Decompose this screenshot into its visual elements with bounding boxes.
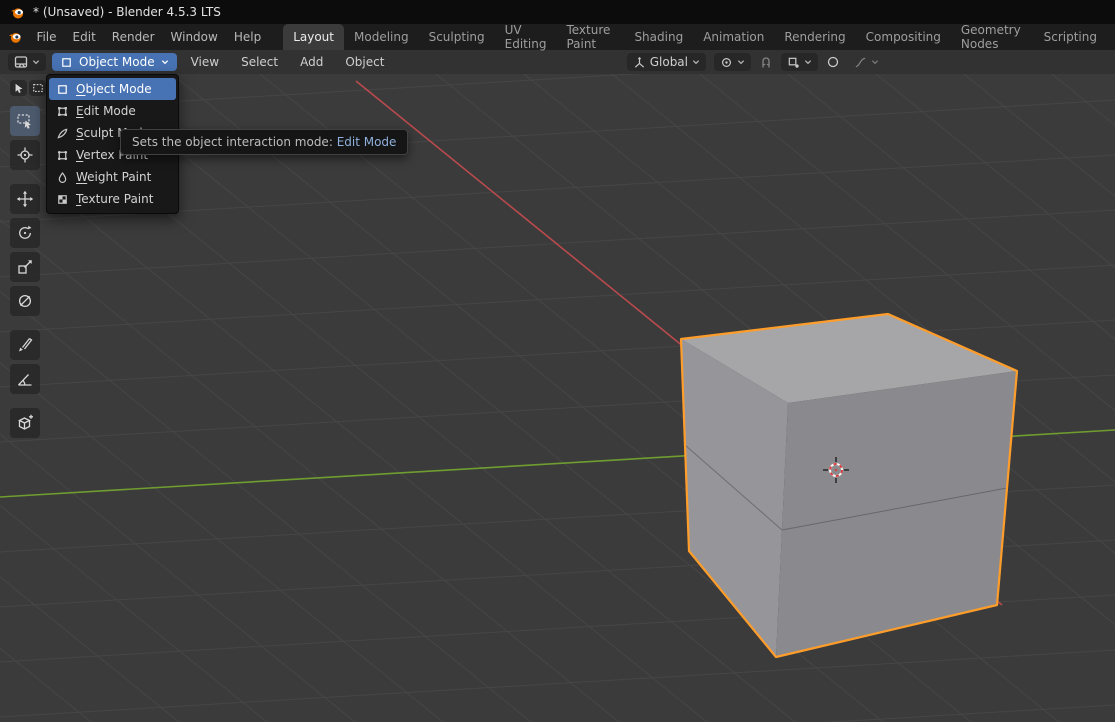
tab-modeling[interactable]: Modeling: [344, 24, 419, 50]
mode-selector-label: Object Mode: [79, 55, 155, 69]
tooltip-value: Edit Mode: [337, 135, 397, 149]
snap-toggle-magnet-icon[interactable]: [759, 55, 773, 69]
workspace-tabs: Layout Modeling Sculpting UV Editing Tex…: [283, 24, 1107, 50]
weight-paint-icon: [56, 171, 69, 184]
sculpt-mode-icon: [56, 127, 69, 140]
proportional-falloff-dropdown[interactable]: [848, 53, 885, 71]
texture-paint-icon: [56, 193, 69, 206]
transform-icon: [16, 292, 34, 310]
snap-target-icon: [787, 56, 800, 69]
menubar: File Edit Render Window Help Layout Mode…: [0, 24, 1115, 50]
chevron-down-icon: [871, 58, 879, 66]
pivot-icon: [720, 56, 733, 69]
tab-shading[interactable]: Shading: [624, 24, 693, 50]
chevron-down-icon: [161, 58, 169, 66]
tool-move[interactable]: [10, 184, 40, 214]
blender-window: * (Unsaved) - Blender 4.5.3 LTS File Edi…: [0, 0, 1115, 722]
measure-icon: [16, 370, 34, 388]
tool-rotate[interactable]: [10, 218, 40, 248]
tool-tweak-mini-button[interactable]: [10, 80, 27, 96]
tool-select-mini-button[interactable]: [29, 80, 46, 96]
menu-window[interactable]: Window: [163, 27, 226, 47]
tab-texture-paint[interactable]: Texture Paint: [556, 24, 624, 50]
titlebar: * (Unsaved) - Blender 4.5.3 LTS: [0, 0, 1115, 24]
mode-item-weight-paint[interactable]: Weight Paint: [49, 166, 176, 188]
menu-render[interactable]: Render: [104, 27, 163, 47]
falloff-icon: [854, 56, 867, 69]
tool-scale[interactable]: [10, 252, 40, 282]
mode-item-texture-paint[interactable]: Texture Paint: [49, 188, 176, 210]
menu-select[interactable]: Select: [233, 53, 286, 71]
tab-animation[interactable]: Animation: [693, 24, 774, 50]
orientation-label: Global: [650, 55, 688, 69]
tab-sculpting[interactable]: Sculpting: [419, 24, 495, 50]
annotate-icon: [16, 336, 34, 354]
viewport-3d[interactable]: Object Mode Edit Mode Sculpt Mode: [0, 74, 1115, 722]
chevron-down-icon: [804, 58, 812, 66]
transform-orientation-dropdown[interactable]: Global: [627, 53, 706, 71]
tool-annotate[interactable]: [10, 330, 40, 360]
menu-view[interactable]: View: [183, 53, 227, 71]
cube[interactable]: [681, 314, 1017, 657]
tool-transform[interactable]: [10, 286, 40, 316]
marquee-icon: [32, 82, 44, 94]
pivot-point-dropdown[interactable]: [714, 53, 751, 71]
snap-target-dropdown[interactable]: [781, 53, 818, 71]
chevron-down-icon: [32, 58, 40, 66]
menu-object[interactable]: Object: [337, 53, 392, 71]
viewport-header: Object Mode View Select Add Object Globa…: [0, 50, 1115, 74]
tab-geometry-nodes[interactable]: Geometry Nodes: [951, 24, 1034, 50]
select-box-icon: [16, 112, 34, 130]
cursor-arrow-icon: [13, 82, 25, 94]
tab-scripting[interactable]: Scripting: [1034, 24, 1107, 50]
toolbar: [10, 80, 46, 438]
tab-compositing[interactable]: Compositing: [856, 24, 951, 50]
mode-item-edit-mode[interactable]: Edit Mode: [49, 100, 176, 122]
chevron-down-icon: [692, 58, 700, 66]
menu-add[interactable]: Add: [292, 53, 331, 71]
mode-item-object-mode[interactable]: Object Mode: [49, 78, 176, 100]
object-mode-icon: [56, 83, 69, 96]
chevron-down-icon: [737, 58, 745, 66]
vertex-paint-icon: [56, 149, 69, 162]
tool-measure[interactable]: [10, 364, 40, 394]
tool-cursor[interactable]: [10, 140, 40, 170]
tool-add-primitive[interactable]: [10, 408, 40, 438]
tooltip-text: Sets the object interaction mode:: [132, 135, 333, 149]
tab-rendering[interactable]: Rendering: [774, 24, 855, 50]
mode-selector-button[interactable]: Object Mode: [52, 53, 177, 71]
add-cube-icon: [16, 414, 34, 432]
edit-mode-icon: [56, 105, 69, 118]
editor-type-icon: [14, 55, 28, 69]
blender-logo: [10, 5, 25, 20]
object-mode-icon: [60, 56, 73, 69]
move-icon: [16, 190, 34, 208]
header-right-controls: Global: [627, 53, 885, 71]
menu-edit[interactable]: Edit: [65, 27, 104, 47]
tab-uv-editing[interactable]: UV Editing: [495, 24, 557, 50]
proportional-editing-icon[interactable]: [826, 55, 840, 69]
blender-logo[interactable]: [8, 29, 22, 45]
window-title: * (Unsaved) - Blender 4.5.3 LTS: [33, 5, 221, 19]
scale-icon: [16, 258, 34, 276]
tab-layout[interactable]: Layout: [283, 24, 344, 50]
cursor-icon: [16, 146, 34, 164]
tool-options-mini: [10, 80, 46, 96]
menu-file[interactable]: File: [28, 27, 64, 47]
tool-select-box[interactable]: [10, 106, 40, 136]
orientation-icon: [633, 56, 646, 69]
editor-type-button[interactable]: [8, 53, 46, 71]
menu-help[interactable]: Help: [226, 27, 269, 47]
rotate-icon: [16, 224, 34, 242]
tooltip: Sets the object interaction mode: Edit M…: [120, 129, 408, 155]
